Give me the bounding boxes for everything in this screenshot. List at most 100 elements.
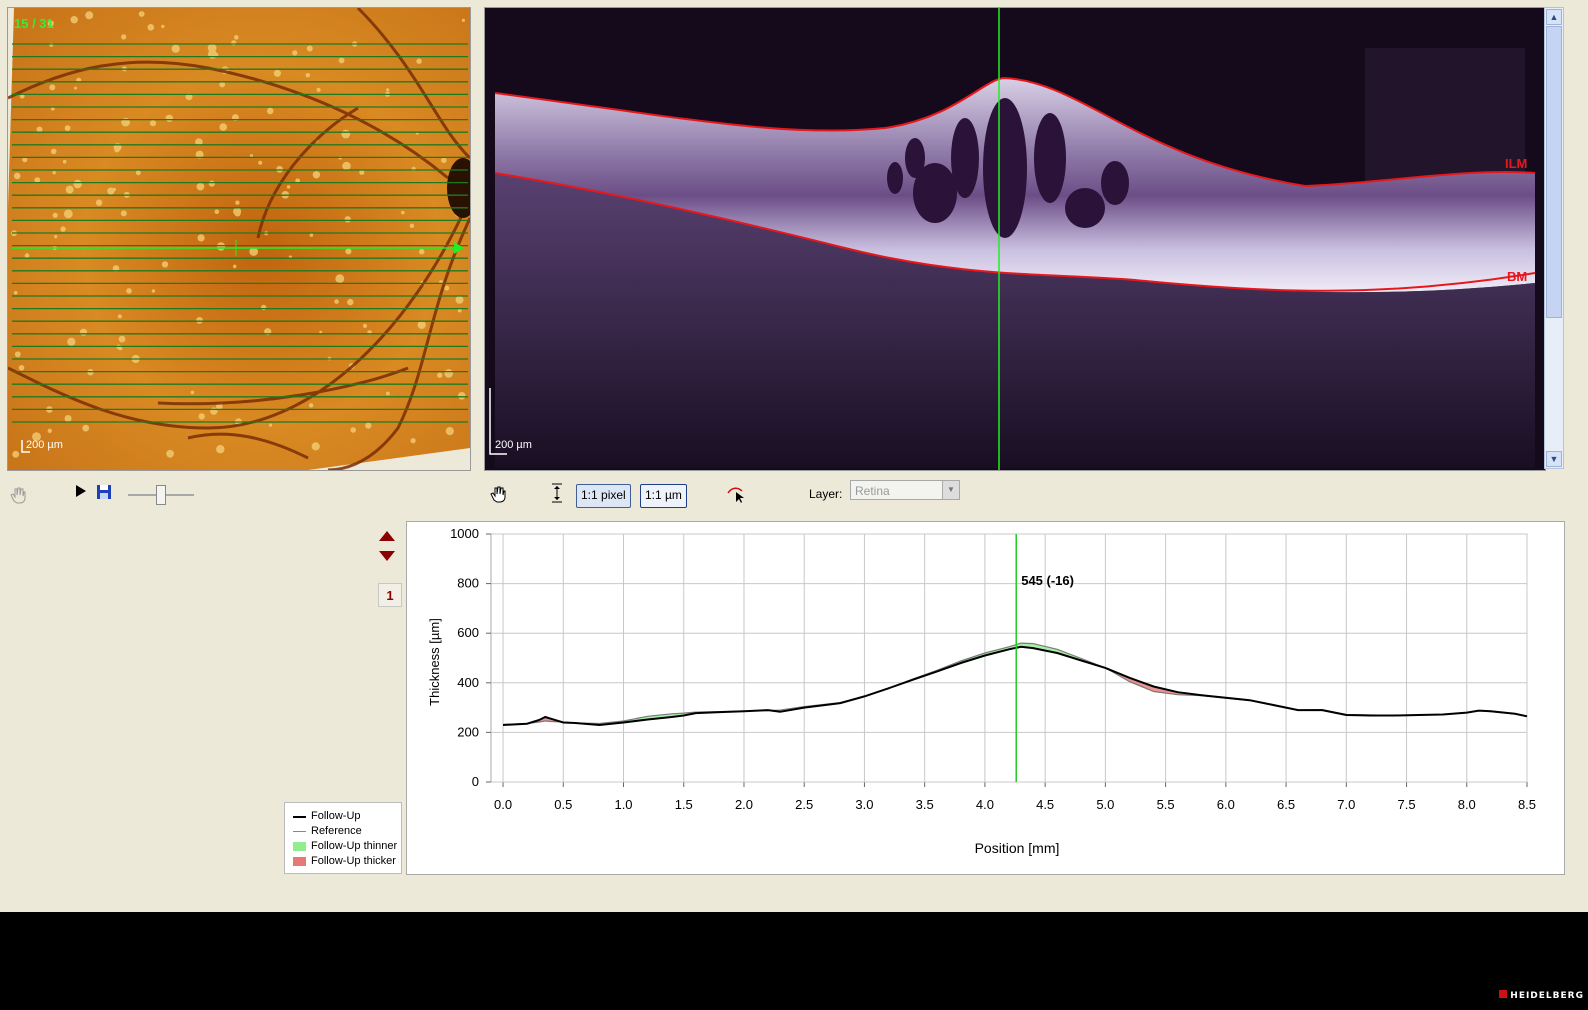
drusen-spot xyxy=(437,372,443,378)
x-tick-label: 5.0 xyxy=(1096,797,1114,812)
follow-up-thinner-area xyxy=(503,643,1419,725)
page-number[interactable]: 1 xyxy=(378,583,402,607)
drusen-spot xyxy=(266,107,274,115)
scan-index: 15 / 31 xyxy=(14,16,54,31)
drusen-spot xyxy=(64,415,72,422)
drusen-spot xyxy=(311,442,320,451)
drusen-spot xyxy=(197,234,205,242)
drusen-spot xyxy=(312,171,321,179)
drusen-spot xyxy=(207,43,217,53)
y-tick-label: 400 xyxy=(457,675,479,690)
triangle-up-icon[interactable] xyxy=(378,530,396,542)
drusen-spot xyxy=(276,165,283,173)
y-tick-label: 1000 xyxy=(450,526,479,541)
drusen-spot xyxy=(49,42,54,47)
chevron-down-icon[interactable]: ▼ xyxy=(942,481,959,499)
layer-value: Retina xyxy=(855,484,890,498)
drusen-spot xyxy=(74,86,77,90)
scroll-thumb[interactable] xyxy=(1546,26,1562,318)
drusen-spot xyxy=(214,209,220,214)
scroll-down-button[interactable]: ▼ xyxy=(1546,451,1562,467)
drusen-spot xyxy=(62,159,67,164)
drusen-spot xyxy=(219,123,227,131)
drusen-spot xyxy=(338,57,345,64)
drusen-spot xyxy=(112,187,116,192)
thickness-chart[interactable]: 545 (-16) 0.0 0.5 1.0 1.5 2.0 2.5 3.0 3.5 4.0 4.5… xyxy=(406,521,1565,875)
fundus-image[interactable]: 15 / 31 200 µm xyxy=(7,7,471,471)
x-tick-labels: 0.0 0.5 1.0 1.5 2.0 2.5 3.0 3.5 4.0 4.5 5.0 5.5 6.0 6… xyxy=(494,797,1536,812)
drusen-spot xyxy=(49,84,56,91)
drusen-spot xyxy=(418,248,425,255)
heidelberg-logo: HEIDELBERG xyxy=(1499,990,1584,1001)
drusen-spot xyxy=(13,291,18,295)
drusen-spot xyxy=(441,157,447,163)
x-tick-label: 2.5 xyxy=(795,797,813,812)
y-tick-label: 200 xyxy=(457,724,479,739)
layer-dropdown[interactable]: Retina ▼ xyxy=(850,480,960,500)
drusen-spot xyxy=(165,114,173,123)
one-to-one-pixel-button[interactable]: 1:1 pixel xyxy=(576,484,631,508)
drusen-spot xyxy=(386,88,390,92)
drusen-spot xyxy=(269,423,273,427)
drusen-spot xyxy=(457,392,466,400)
x-tick-label: 1.5 xyxy=(675,797,693,812)
legend-item-follow-up: Follow-Up xyxy=(285,809,401,824)
drusen-spot xyxy=(365,422,372,429)
slider-thumb[interactable] xyxy=(156,485,166,505)
plot-frame xyxy=(490,533,1528,783)
save-icon[interactable] xyxy=(96,484,112,500)
drusen-spot xyxy=(79,328,88,336)
cursor-tool-icon[interactable] xyxy=(726,485,746,503)
drusen-spot xyxy=(273,69,281,77)
x-tick-label: 6.5 xyxy=(1277,797,1295,812)
drusen-spot xyxy=(444,369,454,378)
drusen-spot xyxy=(362,323,368,328)
chart-grid xyxy=(486,533,1528,787)
drusen-spot xyxy=(190,390,195,395)
pan-hand-icon[interactable] xyxy=(8,485,28,505)
drusen-spot xyxy=(445,427,454,436)
bscan-svg: ILM BM 200 µm xyxy=(485,8,1545,470)
x-tick-label: 4.0 xyxy=(976,797,994,812)
drusen-spot xyxy=(85,11,94,20)
drusen-spot xyxy=(82,424,90,432)
drusen-spot xyxy=(208,180,215,187)
drusen-spot xyxy=(14,351,21,358)
fit-height-icon[interactable] xyxy=(550,483,564,503)
drusen-spot xyxy=(216,445,225,454)
y-tick-label: 0 xyxy=(472,774,479,789)
play-icon[interactable] xyxy=(74,484,88,498)
drusen-spot xyxy=(147,24,155,31)
drusen-spot xyxy=(335,274,345,284)
drusen-spot xyxy=(151,289,156,293)
drusen-spot xyxy=(196,182,205,191)
drusen-spot xyxy=(120,210,127,217)
legend-item-thicker: Follow-Up thicker xyxy=(285,854,401,869)
legend-item-thinner: Follow-Up thinner xyxy=(285,839,401,854)
oct-bscan-image[interactable]: ILM BM 200 µm xyxy=(484,7,1546,471)
x-tick-label: 6.0 xyxy=(1217,797,1235,812)
drusen-spot xyxy=(334,299,339,304)
drusen-spot xyxy=(198,413,205,420)
drusen-spot xyxy=(261,304,267,311)
scroll-up-button[interactable]: ▲ xyxy=(1546,9,1562,25)
drusen-spot xyxy=(235,200,240,205)
drusen-spot xyxy=(54,235,58,239)
bscan-scrollbar[interactable]: ▲ ▼ xyxy=(1544,7,1564,469)
chart-legend: Follow-Up Reference Follow-Up thinner Fo… xyxy=(284,802,402,874)
drusen-spot xyxy=(63,209,73,219)
bm-label: BM xyxy=(1507,269,1527,284)
chart-svg: 545 (-16) 0.0 0.5 1.0 1.5 2.0 2.5 3.0 3.5 4.0 4.5… xyxy=(427,526,1536,856)
drusen-spot xyxy=(196,317,203,324)
drusen-spot xyxy=(210,407,218,415)
drusen-spot xyxy=(401,210,405,215)
layer-label: Layer: xyxy=(809,487,843,501)
drusen-spot xyxy=(64,125,71,131)
hand-tool-icon[interactable] xyxy=(488,484,508,504)
one-to-one-um-button[interactable]: 1:1 µm xyxy=(640,484,687,508)
triangle-down-icon[interactable] xyxy=(378,550,396,562)
drusen-spot xyxy=(18,365,25,371)
drusen-spot xyxy=(149,120,157,127)
x-tick-label: 8.5 xyxy=(1518,797,1536,812)
follow-up-series-line xyxy=(502,645,1528,727)
